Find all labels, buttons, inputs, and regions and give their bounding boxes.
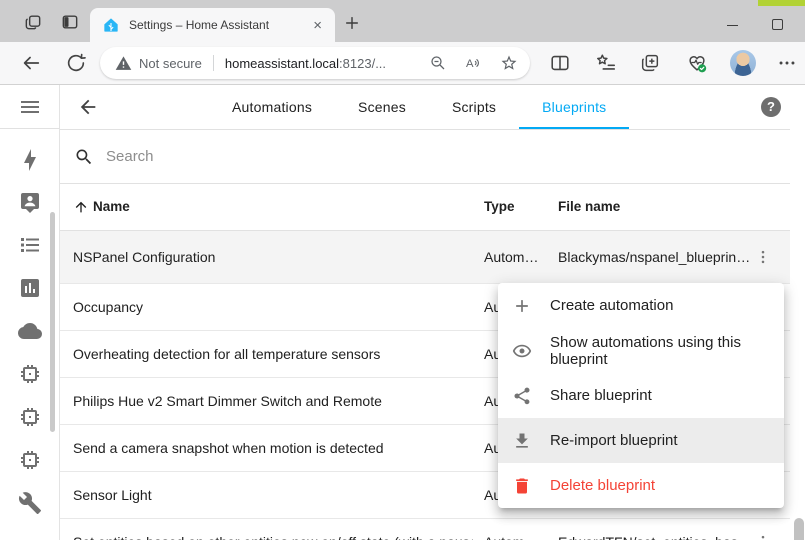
row-file: EdwardTFN/set_entities_bas… <box>558 534 754 540</box>
sort-ascending-icon[interactable] <box>73 199 89 215</box>
menu-item-label: Show automations using this blueprint <box>550 334 784 368</box>
tab-close-icon[interactable]: × <box>310 17 325 34</box>
plus-icon <box>512 296 532 316</box>
url-path: :8123/... <box>339 56 386 71</box>
blueprint-context-menu: Create automation Show automations using… <box>498 283 784 508</box>
tab-scenes[interactable]: Scenes <box>335 85 429 129</box>
duplicate-tab-icon[interactable] <box>639 52 661 74</box>
sidebar-header <box>0 85 59 129</box>
split-screen-icon[interactable] <box>549 52 571 74</box>
download-icon <box>512 431 532 451</box>
menu-icon[interactable] <box>18 95 42 119</box>
history-chart-icon[interactable] <box>18 276 42 300</box>
favorite-star-icon[interactable] <box>500 54 518 72</box>
column-header-type[interactable]: Type <box>484 199 515 214</box>
svg-text:A: A <box>466 58 474 70</box>
column-header-file[interactable]: File name <box>558 199 620 214</box>
row-overflow-menu-icon[interactable] <box>754 248 772 266</box>
row-name: Set entities based on other entities new… <box>73 534 473 540</box>
page-scrollbar-thumb[interactable] <box>794 518 804 540</box>
row-name: Overheating detection for all temperatur… <box>73 346 380 362</box>
ha-back-icon[interactable] <box>77 96 99 118</box>
home-assistant-page: Automations Scenes Scripts Blueprints ? … <box>0 85 805 540</box>
column-header-name[interactable]: Name <box>93 199 130 214</box>
vertical-tabs-icon[interactable] <box>60 12 80 32</box>
menu-item-label: Create automation <box>550 297 673 314</box>
menu-item-label: Share blueprint <box>550 387 652 404</box>
screen-edge-artifact <box>758 0 805 6</box>
address-divider <box>213 55 214 71</box>
row-name: NSPanel Configuration <box>73 249 215 265</box>
search-row <box>60 130 790 184</box>
menu-item-share-blueprint[interactable]: Share blueprint <box>498 373 784 418</box>
tab-blueprints[interactable]: Blueprints <box>519 85 629 129</box>
menu-item-show-automations[interactable]: Show automations using this blueprint <box>498 328 784 373</box>
browser-essentials-icon[interactable] <box>686 52 708 74</box>
lightning-bolt-icon[interactable] <box>18 148 42 172</box>
row-overflow-menu-icon[interactable] <box>754 533 772 540</box>
search-input[interactable] <box>106 148 606 165</box>
menu-item-delete-blueprint[interactable]: Delete blueprint <box>498 463 784 508</box>
tab-title: Settings – Home Assistant <box>129 18 310 32</box>
refresh-icon[interactable] <box>65 52 87 74</box>
eye-icon <box>512 341 532 361</box>
share-icon <box>512 386 532 406</box>
read-aloud-icon[interactable]: A <box>464 54 483 72</box>
not-secure-warning-icon <box>115 55 132 72</box>
window-minimize-button[interactable] <box>727 25 738 26</box>
row-name: Occupancy <box>73 299 143 315</box>
more-menu-icon[interactable] <box>776 52 798 74</box>
search-icon <box>74 147 94 167</box>
tools-wrench-icon[interactable] <box>18 491 42 515</box>
ha-nav-tabs: Automations Scenes Scripts Blueprints <box>209 85 629 129</box>
url-host: homeassistant.local <box>225 56 339 71</box>
home-assistant-favicon <box>103 17 119 33</box>
profile-avatar[interactable] <box>730 50 756 76</box>
ha-sidebar <box>0 85 60 540</box>
table-row[interactable]: Set entities based on other entities new… <box>60 519 790 540</box>
tab-automations[interactable]: Automations <box>209 85 335 129</box>
security-label: Not secure <box>139 56 202 71</box>
help-icon[interactable]: ? <box>761 97 781 117</box>
browser-tab[interactable]: Settings – Home Assistant × <box>90 8 335 42</box>
row-name: Sensor Light <box>73 487 152 503</box>
row-type: Autom… <box>484 249 554 265</box>
collections-icon[interactable] <box>595 52 617 74</box>
row-file: Blackymas/nspanel_blueprin… <box>558 249 754 265</box>
browser-toolbar: Not secure homeassistant.local :8123/...… <box>0 42 805 85</box>
row-name: Philips Hue v2 Smart Dimmer Switch and R… <box>73 393 382 409</box>
row-type: Autom… <box>484 534 554 540</box>
address-bar[interactable]: Not secure homeassistant.local :8123/...… <box>100 47 530 79</box>
table-row[interactable]: NSPanel Configuration Autom… Blackymas/n… <box>60 231 790 284</box>
trash-icon <box>512 476 532 496</box>
page-scrollbar-track[interactable] <box>790 85 805 540</box>
tab-scripts[interactable]: Scripts <box>429 85 519 129</box>
back-icon[interactable] <box>20 52 42 74</box>
menu-item-label: Delete blueprint <box>550 477 655 494</box>
device-chip-icon[interactable] <box>18 405 42 429</box>
todo-list-icon[interactable] <box>18 233 42 257</box>
menu-item-reimport-blueprint[interactable]: Re-import blueprint <box>498 418 784 463</box>
device-chip-icon[interactable] <box>18 362 42 386</box>
window-maximize-button[interactable] <box>772 19 783 30</box>
row-name: Send a camera snapshot when motion is de… <box>73 440 384 456</box>
browser-window: Settings – Home Assistant × Not secure h… <box>0 0 805 540</box>
voice-assistant-icon[interactable] <box>18 190 42 214</box>
browser-tab-strip: Settings – Home Assistant × <box>0 0 805 42</box>
tab-stack-icon[interactable] <box>23 12 43 32</box>
menu-item-label: Re-import blueprint <box>550 432 678 449</box>
ha-settings-header: Automations Scenes Scripts Blueprints ? <box>60 85 790 130</box>
zoom-out-icon[interactable] <box>429 54 447 72</box>
device-chip-icon[interactable] <box>18 448 42 472</box>
sidebar-scrollbar[interactable] <box>50 212 55 432</box>
menu-item-create-automation[interactable]: Create automation <box>498 283 784 328</box>
cloud-icon[interactable] <box>18 319 42 343</box>
new-tab-icon[interactable] <box>342 13 362 33</box>
table-header: Name Type File name <box>60 184 790 231</box>
